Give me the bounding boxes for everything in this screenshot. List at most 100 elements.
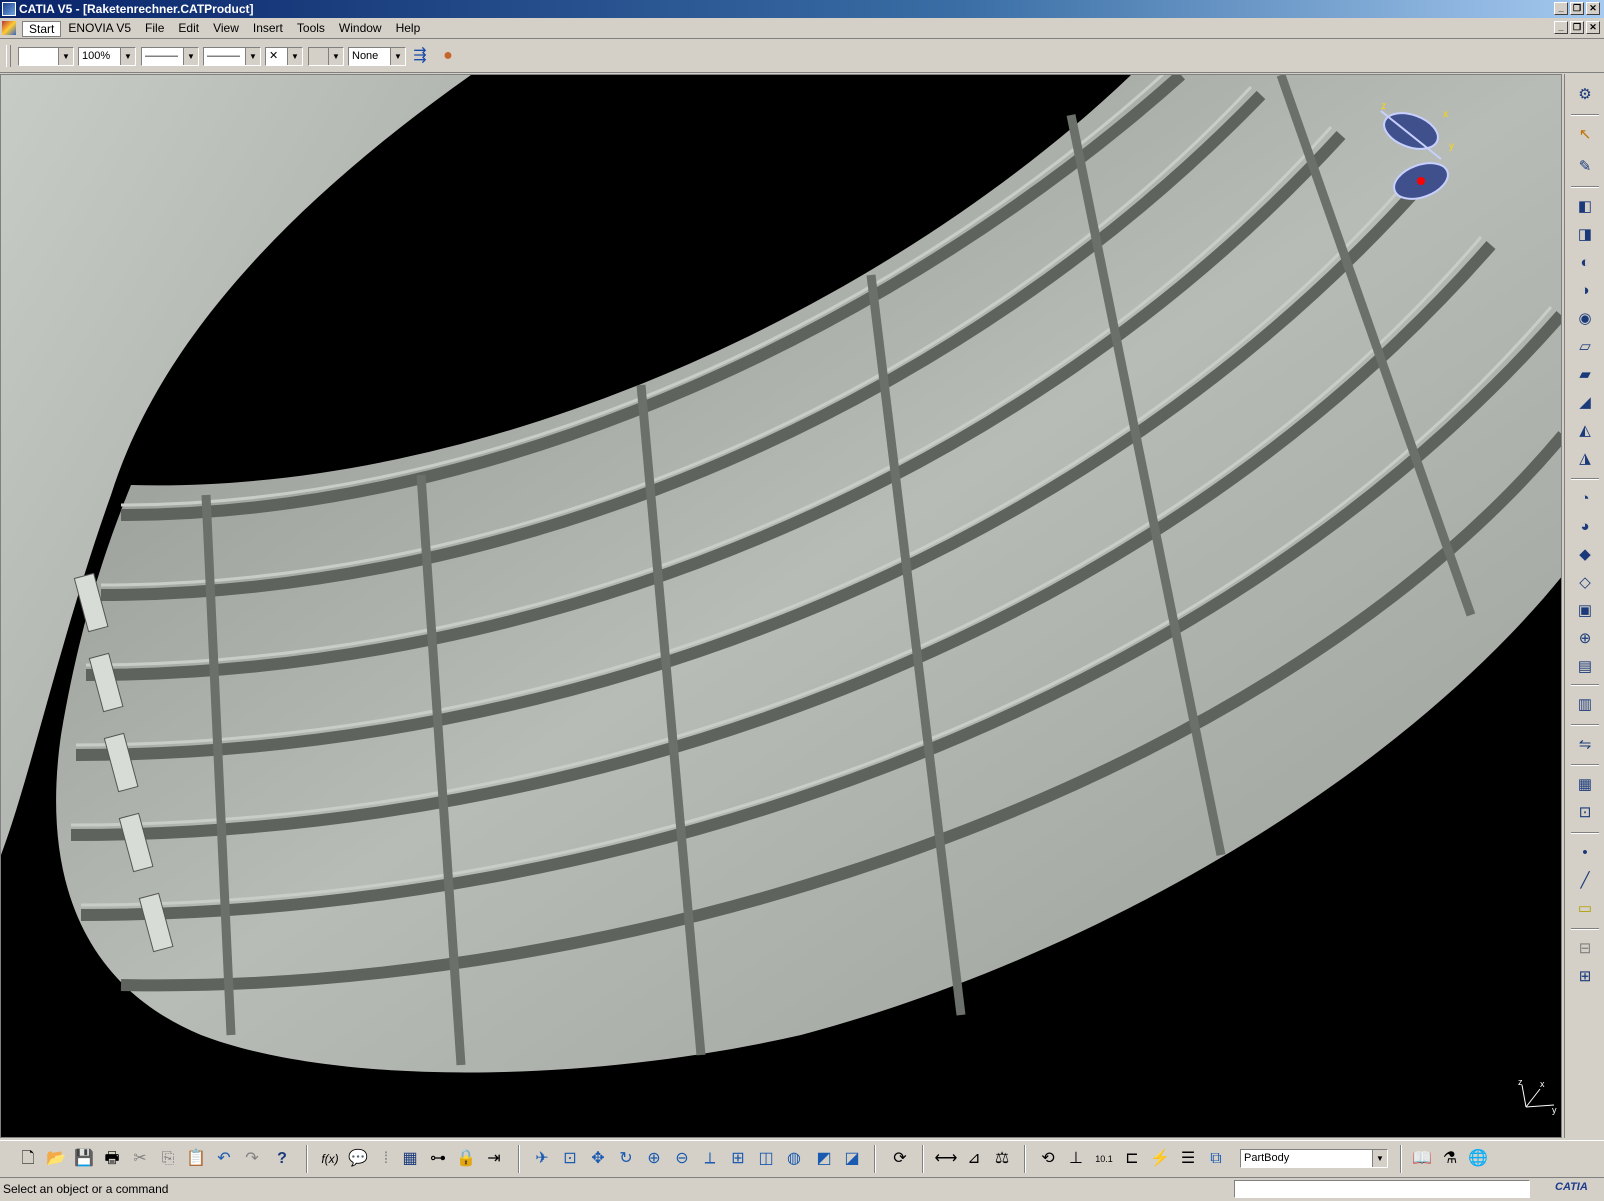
point-icon[interactable]: • <box>1573 842 1597 864</box>
doc-close-button[interactable]: ✕ <box>1586 21 1600 34</box>
constraint-icon[interactable]: ⊟ <box>1573 938 1597 960</box>
document-icon[interactable] <box>2 21 16 35</box>
pad-icon[interactable]: ◧ <box>1573 196 1597 218</box>
color-combo[interactable]: ▼ <box>18 47 74 66</box>
format-painter-icon[interactable]: ⇶ <box>409 45 431 67</box>
select-arrow-icon[interactable]: ↖ <box>1573 124 1597 146</box>
line-icon[interactable]: ╱ <box>1573 870 1597 892</box>
plane-icon[interactable]: ▭ <box>1573 898 1597 920</box>
swap-space-icon[interactable]: ◪ <box>840 1147 864 1171</box>
menu-window[interactable]: Window <box>332 21 389 37</box>
loft-icon[interactable]: ◭ <box>1573 420 1597 442</box>
thickness-combo[interactable]: ——— ▼ <box>203 47 261 66</box>
compass-icon[interactable]: z x y <box>1361 99 1471 209</box>
stiffener-icon[interactable]: ◢ <box>1573 392 1597 414</box>
pattern-icon[interactable]: ▦ <box>1573 774 1597 796</box>
fly-mode-icon[interactable]: ✈ <box>530 1147 554 1171</box>
comment-icon[interactable]: 💬 <box>346 1147 370 1171</box>
normal-view-icon[interactable]: ⟂ <box>698 1147 722 1171</box>
point-symbol-combo[interactable]: ✕ ▼ <box>265 47 303 66</box>
restore-button[interactable]: ❐ <box>1570 2 1584 15</box>
hierarchy-icon[interactable]: ☰ <box>1176 1147 1200 1171</box>
chevron-down-icon[interactable]: ▼ <box>287 48 302 65</box>
measure-between-icon[interactable]: ⟷ <box>934 1147 958 1171</box>
chevron-down-icon[interactable]: ▼ <box>328 48 343 65</box>
cut-icon[interactable]: ✂ <box>128 1147 152 1171</box>
work-object-combo[interactable]: PartBody ▼ <box>1240 1149 1388 1168</box>
zoom-in-icon[interactable]: ⊕ <box>642 1147 666 1171</box>
knowledge-icon[interactable]: ⚗ <box>1438 1147 1462 1171</box>
new-file-icon[interactable]: 🗋 <box>16 1147 40 1171</box>
snap-icon[interactable]: ⊏ <box>1120 1147 1144 1171</box>
hide-show-icon[interactable]: ◩ <box>812 1147 836 1171</box>
measure-item-icon[interactable]: ⊿ <box>962 1147 986 1171</box>
menu-file[interactable]: File <box>138 21 171 37</box>
minimize-button[interactable]: _ <box>1554 2 1568 15</box>
power-input-field[interactable] <box>1234 1180 1530 1198</box>
linetype-combo[interactable]: ——— ▼ <box>141 47 199 66</box>
chevron-down-icon[interactable]: ▼ <box>58 48 73 65</box>
shell-icon[interactable]: ◇ <box>1573 572 1597 594</box>
redo-icon[interactable]: ↷ <box>240 1147 264 1171</box>
web-icon[interactable]: 🌐 <box>1466 1147 1490 1171</box>
mass-icon[interactable]: ⚖ <box>990 1147 1014 1171</box>
rib-icon[interactable]: ▱ <box>1573 336 1597 358</box>
open-folder-icon[interactable]: 📂 <box>44 1147 68 1171</box>
doc-restore-button[interactable]: ❐ <box>1570 21 1584 34</box>
3d-viewport[interactable]: z x y z x y <box>0 74 1562 1138</box>
toolbar-grip[interactable] <box>6 45 11 67</box>
save-icon[interactable]: 💾 <box>72 1147 96 1171</box>
units-icon[interactable]: 10.1 <box>1092 1147 1116 1171</box>
doc-minimize-button[interactable]: _ <box>1554 21 1568 34</box>
scaling-icon[interactable]: ⊡ <box>1573 802 1597 824</box>
work-object-icon[interactable]: ⧉ <box>1204 1147 1228 1171</box>
menu-enovia[interactable]: ENOVIA V5 <box>61 21 138 37</box>
whats-this-icon[interactable]: ? <box>270 1147 294 1171</box>
menu-view[interactable]: View <box>206 21 246 37</box>
measure-icon[interactable]: ⁞ <box>374 1147 398 1171</box>
thickness-icon[interactable]: ▣ <box>1573 600 1597 622</box>
chevron-down-icon[interactable]: ▼ <box>120 48 135 65</box>
shading-icon[interactable]: ◍ <box>782 1147 806 1171</box>
copy-icon[interactable]: ⎘ <box>156 1147 180 1171</box>
chevron-down-icon[interactable]: ▼ <box>390 48 405 65</box>
annotation-icon[interactable]: ⊞ <box>1573 966 1597 988</box>
menu-insert[interactable]: Insert <box>246 21 290 37</box>
fillet-icon[interactable]: ◔ <box>1573 488 1597 510</box>
formula-icon[interactable]: f(x) <box>318 1147 342 1171</box>
multi-view-icon[interactable]: ⊞ <box>726 1147 750 1171</box>
hole-icon[interactable]: ◉ <box>1573 308 1597 330</box>
split-icon[interactable]: ▥ <box>1573 694 1597 716</box>
chamfer-icon[interactable]: ◕ <box>1573 516 1597 538</box>
sketch-analysis-icon[interactable]: ⚡ <box>1148 1147 1172 1171</box>
chevron-down-icon[interactable]: ▼ <box>183 48 198 65</box>
menu-edit[interactable]: Edit <box>171 21 206 37</box>
remove-face-icon[interactable]: ▤ <box>1573 656 1597 678</box>
menu-help[interactable]: Help <box>389 21 428 37</box>
lock-icon[interactable]: 🔒 <box>454 1147 478 1171</box>
rotate-icon[interactable]: ↻ <box>614 1147 638 1171</box>
spin-icon[interactable]: ⟲ <box>1036 1147 1060 1171</box>
update-icon[interactable]: ⟳ <box>888 1147 912 1171</box>
sketcher-icon[interactable]: ✎ <box>1573 156 1597 178</box>
catalog-icon[interactable]: 📖 <box>1410 1147 1434 1171</box>
menu-start[interactable]: Start <box>22 21 62 37</box>
undo-icon[interactable]: ↶ <box>212 1147 236 1171</box>
chevron-down-icon[interactable]: ▼ <box>1372 1150 1387 1167</box>
menu-tools[interactable]: Tools <box>290 21 332 37</box>
chevron-down-icon[interactable]: ▼ <box>245 48 260 65</box>
layer-combo[interactable]: None ▼ <box>348 47 406 66</box>
scan-icon[interactable]: ⇥ <box>482 1147 506 1171</box>
table-icon[interactable]: ▦ <box>398 1147 422 1171</box>
remove-loft-icon[interactable]: ◮ <box>1573 448 1597 470</box>
fit-all-icon[interactable]: ⊡ <box>558 1147 582 1171</box>
mirror-icon[interactable]: ⇋ <box>1573 734 1597 756</box>
slot-icon[interactable]: ▰ <box>1573 364 1597 386</box>
transparency-combo[interactable]: 100% ▼ <box>78 47 136 66</box>
draft-icon[interactable]: ◆ <box>1573 544 1597 566</box>
iso-view-icon[interactable]: ◫ <box>754 1147 778 1171</box>
axis-system-icon[interactable]: ⊥ <box>1064 1147 1088 1171</box>
tree-icon[interactable]: ⊶ <box>426 1147 450 1171</box>
graphic-properties-icon[interactable]: ● <box>437 45 459 67</box>
groove-icon[interactable]: ◑ <box>1573 280 1597 302</box>
